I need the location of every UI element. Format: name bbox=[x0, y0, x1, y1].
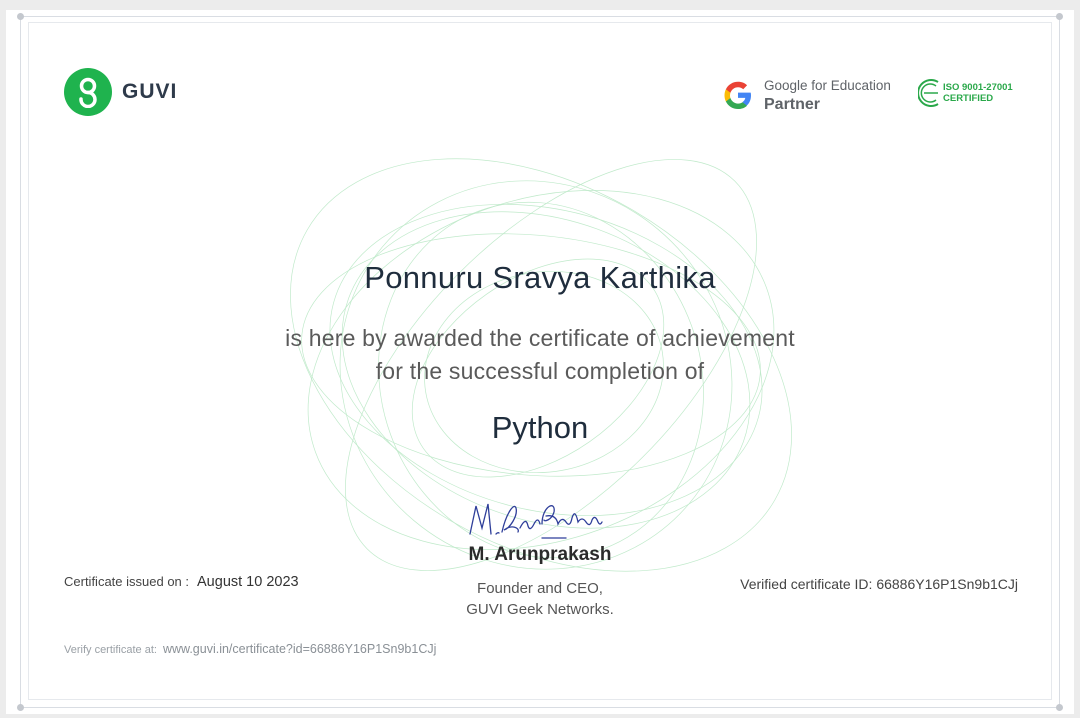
partner-line2: Partner bbox=[764, 96, 821, 113]
google-for-education-badge: Google for Education Partner bbox=[722, 76, 891, 114]
verify-link[interactable]: www.guvi.in/certificate?id=66886Y16P1Sn9… bbox=[163, 642, 436, 656]
iso-certified-badge: ISO 9001-27001 CERTIFIED bbox=[918, 78, 1013, 108]
issue-date-block: Certificate issued on : August 10 2023 bbox=[64, 574, 299, 590]
guvi-logo: GUVI bbox=[64, 68, 177, 116]
recipient-name: Ponnuru Sravya Karthika bbox=[364, 260, 716, 295]
award-line-1: is here by awarded the certificate of ac… bbox=[285, 325, 795, 351]
signature-image bbox=[469, 503, 603, 539]
partner-line1: Google for Education bbox=[764, 78, 891, 93]
award-text: is here by awarded the certificate of ac… bbox=[6, 322, 1074, 388]
google-g-icon bbox=[724, 81, 751, 109]
iso-globe-icon bbox=[918, 79, 939, 107]
award-line-2: for the successful completion of bbox=[375, 358, 705, 384]
issued-label: Certificate issued on : bbox=[64, 574, 190, 589]
certificate-page: GUVI Google for Education Partner ISO 90… bbox=[6, 10, 1074, 714]
verify-block: Verify certificate at: www.guvi.in/certi… bbox=[64, 642, 436, 656]
guvi-logo-text: GUVI bbox=[122, 80, 178, 103]
course-name: Python bbox=[491, 410, 589, 445]
iso-line2: CERTIFIED bbox=[943, 93, 994, 104]
issued-date: August 10 2023 bbox=[197, 574, 299, 590]
verified-certificate-id: Verified certificate ID: 66886Y16P1Sn9b1… bbox=[740, 576, 1018, 592]
signer-name: M. Arunprakash bbox=[468, 544, 612, 565]
iso-line1: ISO 9001-27001 bbox=[943, 82, 1013, 93]
signer-title-line-2: GUVI Geek Networks. bbox=[466, 601, 614, 618]
guvi-logo-icon bbox=[64, 68, 112, 116]
verify-label: Verify certificate at: bbox=[64, 644, 157, 656]
